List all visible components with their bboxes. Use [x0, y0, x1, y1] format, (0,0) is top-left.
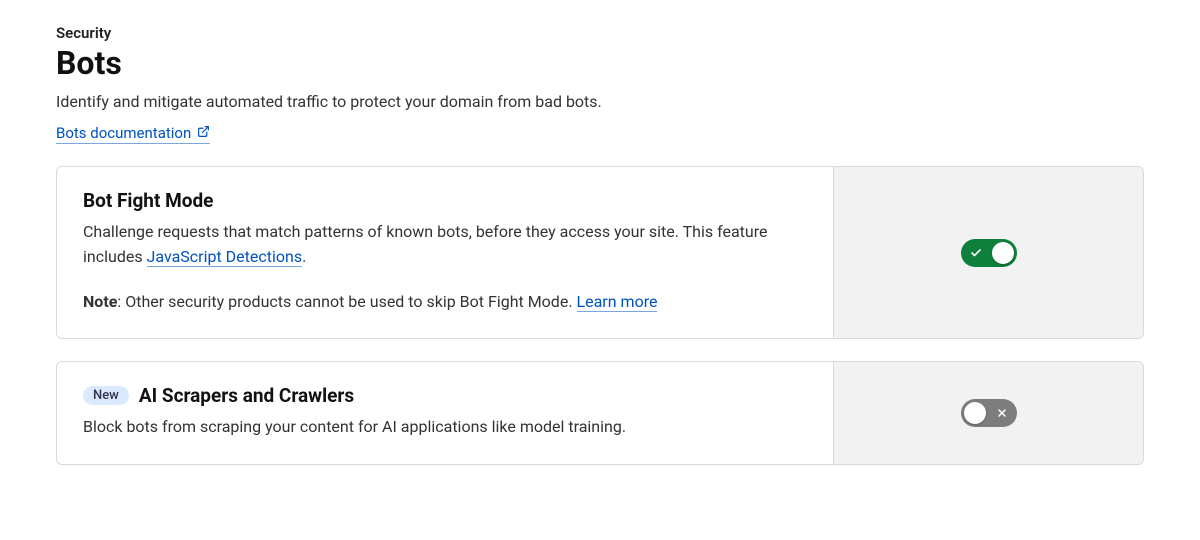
- ai-scrapers-toggle[interactable]: [961, 399, 1017, 427]
- card-description: Block bots from scraping your content fo…: [83, 415, 803, 440]
- new-badge: New: [83, 386, 129, 405]
- learn-more-link[interactable]: Learn more: [577, 292, 658, 312]
- card-control-panel: [833, 167, 1143, 338]
- card-title: AI Scrapers and Crawlers: [139, 384, 354, 407]
- card-content: Bot Fight Mode Challenge requests that m…: [57, 167, 833, 338]
- page-title: Bots: [56, 44, 1144, 82]
- card-bot-fight-mode: Bot Fight Mode Challenge requests that m…: [56, 166, 1144, 339]
- doc-link-label: Bots documentation: [56, 124, 191, 142]
- note-body: Other security products cannot be used t…: [125, 292, 576, 311]
- card-title: Bot Fight Mode: [83, 189, 213, 212]
- javascript-detections-link[interactable]: JavaScript Detections: [147, 247, 303, 267]
- bots-documentation-link[interactable]: Bots documentation: [56, 124, 210, 144]
- card-ai-scrapers: New AI Scrapers and Crawlers Block bots …: [56, 361, 1144, 465]
- card-description: Challenge requests that match patterns o…: [83, 220, 803, 270]
- desc-text-post: .: [302, 247, 306, 266]
- check-icon: [970, 247, 982, 259]
- x-icon: [996, 407, 1008, 419]
- external-link-icon: [197, 124, 210, 142]
- card-content: New AI Scrapers and Crawlers Block bots …: [57, 362, 833, 464]
- card-control-panel: [833, 362, 1143, 464]
- toggle-knob: [964, 402, 986, 424]
- note-label: Note: [83, 292, 117, 311]
- toggle-knob: [992, 242, 1014, 264]
- card-note: Note: Other security products cannot be …: [83, 290, 803, 315]
- bot-fight-mode-toggle[interactable]: [961, 239, 1017, 267]
- page-description: Identify and mitigate automated traffic …: [56, 92, 1144, 111]
- breadcrumb: Security: [56, 24, 1144, 42]
